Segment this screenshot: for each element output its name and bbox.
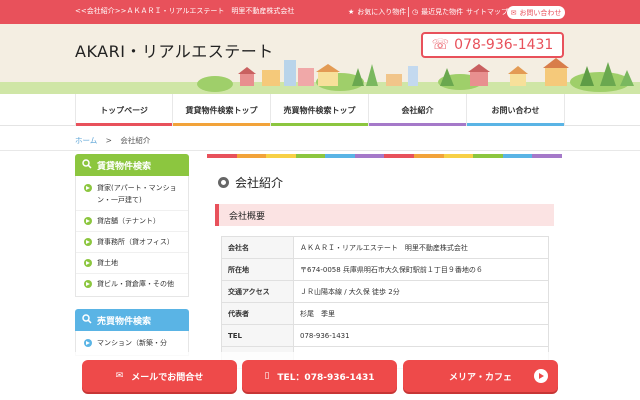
row-key: 所在地	[221, 258, 294, 281]
nav-underline	[173, 123, 270, 126]
rainbow-bar	[207, 154, 562, 158]
nav-label: お問い合わせ	[491, 105, 540, 115]
header-phone-number: 078-936-1431	[454, 37, 554, 53]
sidebar-item-label: 貸土地	[97, 259, 118, 267]
arrow-circle-icon	[84, 259, 92, 267]
sidebar-item-rental-shop[interactable]: 貸店舗（テナント）	[76, 211, 188, 232]
nav-underline	[369, 123, 466, 126]
nav-item-company[interactable]: 会社紹介	[369, 94, 467, 126]
arrow-circle-icon	[84, 184, 92, 192]
sitemap-link[interactable]: サイトマップ	[466, 6, 508, 18]
sitemap-label: サイトマップ	[466, 8, 508, 16]
tel-button-label: TEL：078-936-1431	[277, 372, 375, 383]
sidebar-item-sale-mansion[interactable]: マンション（新築・分	[76, 333, 188, 353]
bottom-cta-bar: ✉ メールでお問合せ ▯ TEL：078-936-1431 メリア・カフェ	[0, 352, 640, 400]
header-phone[interactable]: ☏ 078-936-1431	[421, 32, 564, 58]
arrow-circle-icon	[84, 217, 92, 225]
page-title-text: 会社紹介	[235, 176, 284, 190]
row-value: ＡＫＡＲＩ・リアルエステート 明里不動産株式会社	[293, 236, 549, 259]
table-row: 会社名 ＡＫＡＲＩ・リアルエステート 明里不動産株式会社	[221, 236, 549, 259]
row-value: 078-936-1431	[293, 324, 549, 347]
contact-label: お問い合わせ	[519, 8, 562, 17]
sidebar-item-rental-house[interactable]: 貸家(アパート・マンション・一戸建て)	[76, 178, 188, 211]
row-value: 〒674-0058 兵庫県明石市大久保町駅前１丁目９番地の６	[293, 258, 549, 281]
nav-underline	[467, 123, 564, 126]
cafe-button[interactable]: メリア・カフェ	[403, 360, 558, 392]
page-title: 会社紹介	[218, 174, 283, 191]
nav-label: 会社紹介	[401, 105, 434, 115]
table-row: 所在地 〒674-0058 兵庫県明石市大久保町駅前１丁目９番地の６	[221, 258, 549, 281]
recent-label: 最近見た物件	[421, 8, 464, 16]
nav-label: 賃貸物件検索トップ	[185, 105, 258, 115]
arrow-circle-icon	[84, 280, 92, 288]
ring-icon	[218, 177, 229, 188]
divider	[0, 150, 640, 151]
rental-search-list: 貸家(アパート・マンション・一戸建て) 貸店舗（テナント） 貸事務所（貸オフィス…	[75, 176, 189, 297]
mail-contact-button[interactable]: ✉ メールでお問合せ	[82, 360, 237, 392]
breadcrumb-current: 会社紹介	[120, 136, 151, 145]
sidebar-item-rental-office[interactable]: 貸事務所（貸オフィス）	[76, 232, 188, 253]
rental-search-heading: 賃貸物件検索	[75, 154, 189, 176]
nav-item-top[interactable]: トップページ	[75, 94, 173, 126]
row-value: ＪＲ山陽本線 / 大久保 徒歩 2分	[293, 280, 549, 303]
nav-item-rental[interactable]: 賃貸物件検索トップ	[173, 94, 271, 126]
row-key: 会社名	[221, 236, 294, 259]
search-icon	[82, 158, 92, 172]
arrow-circle-icon	[84, 238, 92, 246]
site-header: AKARI・リアルエステート ☏ 078-936-1431	[0, 24, 640, 94]
breadcrumb: ホーム > 会社紹介	[75, 135, 150, 146]
company-info-table: 会社名 ＡＫＡＲＩ・リアルエステート 明里不動産株式会社 所在地 〒674-00…	[221, 236, 549, 369]
sidebar-item-label: 貸家(アパート・マンション・一戸建て)	[97, 184, 177, 204]
sidebar-item-label: 貸ビル・貸倉庫・その他	[97, 280, 174, 288]
sidebar-item-rental-land[interactable]: 貸土地	[76, 253, 188, 274]
row-key: TEL	[221, 324, 294, 347]
search-icon	[82, 313, 92, 327]
sidebar-item-label: 貸事務所（貸オフィス）	[97, 238, 174, 246]
sidebar-item-rental-building[interactable]: 貸ビル・貸倉庫・その他	[76, 274, 188, 294]
star-icon: ★	[348, 8, 355, 16]
divider	[408, 7, 409, 17]
mail-contact-label: メールでお問合せ	[131, 372, 204, 383]
mail-icon: ✉	[115, 371, 124, 381]
sale-search-heading: 売買物件検索	[75, 309, 189, 331]
breadcrumb-home[interactable]: ホーム	[75, 136, 97, 145]
recent-link[interactable]: ◷ 最近見た物件	[412, 6, 463, 18]
main-nav: トップページ 賃貸物件検索トップ 売買物件検索トップ 会社紹介 お問い合わせ	[0, 94, 640, 126]
row-key: 代表者	[221, 302, 294, 325]
breadcrumb-separator: >	[105, 136, 112, 145]
nav-underline	[271, 123, 368, 126]
section-heading: 会社概要	[215, 204, 554, 226]
favorites-link[interactable]: ★ お気に入り物件	[348, 6, 406, 18]
smartphone-icon: ▯	[264, 371, 270, 381]
site-tagline: <<会社紹介>>ＡＫＡＲＩ・リアルエステート 明里不動産株式会社	[75, 7, 295, 15]
row-key: 交通アクセス	[221, 280, 294, 303]
nav-label: 売買物件検索トップ	[283, 105, 356, 115]
sidebar-item-label: 貸店舗（テナント）	[97, 217, 160, 225]
nav-item-sale[interactable]: 売買物件検索トップ	[271, 94, 369, 126]
row-value: 杉尾 季里	[293, 302, 549, 325]
mail-icon: ✉	[510, 8, 517, 17]
table-row: TEL 078-936-1431	[221, 324, 549, 347]
table-row: 交通アクセス ＪＲ山陽本線 / 大久保 徒歩 2分	[221, 280, 549, 303]
sidebar-item-label: マンション（新築・分	[97, 339, 167, 347]
sidebar: 賃貸物件検索 貸家(アパート・マンション・一戸建て) 貸店舗（テナント） 貸事務…	[75, 154, 189, 356]
tel-button[interactable]: ▯ TEL：078-936-1431	[242, 360, 397, 392]
favorites-label: お気に入り物件	[357, 8, 407, 16]
rental-search-title: 賃貸物件検索	[97, 161, 152, 172]
table-row: 代表者 杉尾 季里	[221, 302, 549, 325]
nav-underline	[76, 123, 172, 126]
contact-link[interactable]: ✉ お問い合わせ	[507, 6, 565, 19]
arrow-right-icon	[534, 369, 548, 383]
top-bar: <<会社紹介>>ＡＫＡＲＩ・リアルエステート 明里不動産株式会社 ★ お気に入り…	[0, 0, 640, 24]
sale-search-title: 売買物件検索	[97, 316, 152, 327]
cafe-button-label: メリア・カフェ	[448, 372, 512, 383]
phone-icon: ☏	[431, 37, 450, 53]
arrow-circle-icon	[84, 339, 92, 347]
site-logo[interactable]: AKARI・リアルエステート	[75, 38, 274, 62]
nav-label: トップページ	[100, 105, 148, 115]
nav-item-contact[interactable]: お問い合わせ	[467, 94, 565, 126]
clock-icon: ◷	[412, 8, 419, 16]
